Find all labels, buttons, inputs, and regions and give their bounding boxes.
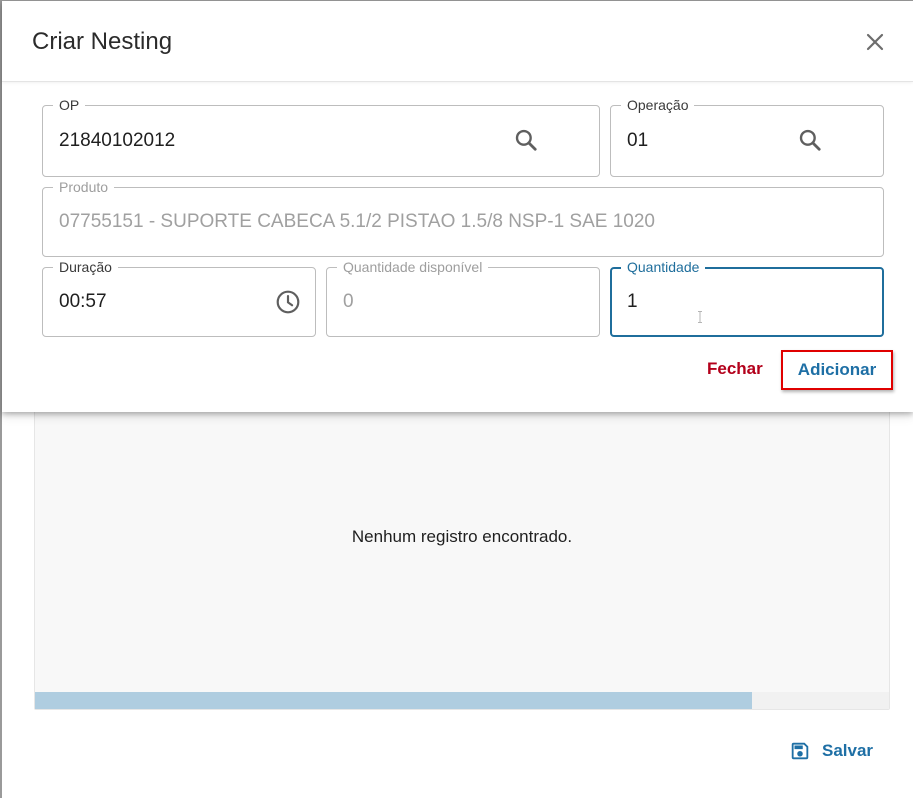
operacao-label: Operação	[621, 96, 695, 114]
quantidade-disponivel-field: Quantidade disponível 0	[326, 258, 600, 337]
produto-value: 07755151 - SUPORTE CABECA 5.1/2 PISTAO 1…	[59, 211, 655, 232]
horizontal-scrollbar[interactable]	[35, 692, 889, 709]
op-label: OP	[53, 96, 86, 114]
text-cursor-icon	[698, 311, 702, 323]
adicionar-button[interactable]: Adicionar	[781, 350, 893, 390]
quantidade-disponivel-label: Quantidade disponível	[337, 258, 489, 276]
fechar-button[interactable]: Fechar	[707, 359, 763, 379]
duracao-field[interactable]: Duração 00:57	[42, 258, 316, 337]
save-label: Salvar	[822, 741, 874, 760]
quantidade-label: Quantidade	[621, 258, 706, 276]
save-icon	[791, 742, 809, 760]
clock-icon[interactable]	[275, 289, 301, 315]
produto-label: Produto	[53, 178, 115, 196]
duracao-value[interactable]: 00:57	[59, 291, 107, 313]
duracao-label: Duração	[53, 258, 118, 276]
produto-field: Produto 07755151 - SUPORTE CABECA 5.1/2 …	[42, 178, 884, 257]
dialog-title: Criar Nesting	[32, 28, 173, 55]
empty-message: Nenhum registro encontrado.	[351, 527, 573, 546]
close-icon[interactable]	[863, 30, 887, 54]
search-icon[interactable]	[797, 127, 823, 153]
op-value[interactable]: 21840102012	[59, 130, 175, 152]
operacao-value[interactable]: 01	[627, 130, 648, 152]
op-field[interactable]: OP 21840102012	[42, 96, 600, 177]
operacao-field[interactable]: Operação 01	[610, 96, 884, 177]
scrollbar-thumb[interactable]	[35, 692, 753, 709]
quantidade-disponivel-value: 0	[343, 291, 354, 312]
records-table: Nenhum registro encontrado.	[34, 401, 890, 710]
quantidade-field[interactable]: Quantidade 1	[610, 258, 884, 337]
save-button[interactable]: Salvar	[789, 739, 873, 763]
dialog-header: Criar Nesting	[2, 1, 913, 82]
quantidade-input[interactable]: 1	[627, 291, 638, 313]
search-icon[interactable]	[513, 127, 539, 153]
create-nesting-dialog: Criar Nesting OP 21840102012 Operação 01…	[2, 1, 913, 412]
